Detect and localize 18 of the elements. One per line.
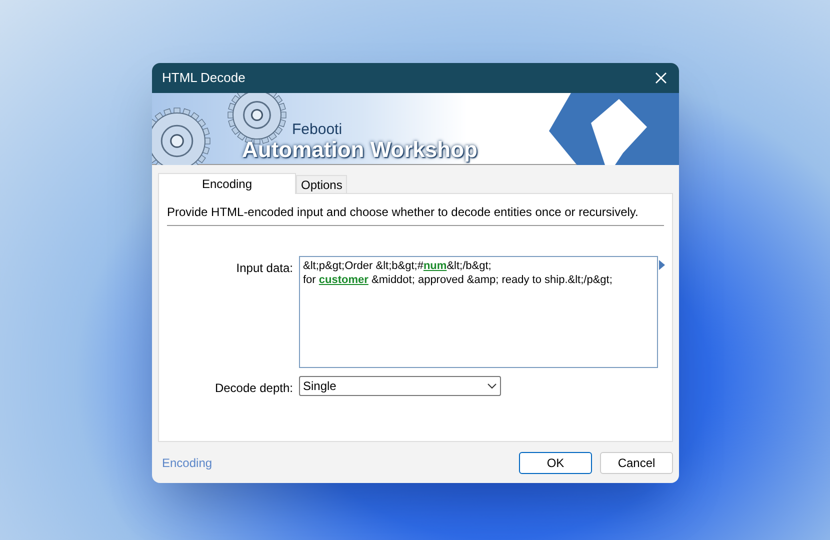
dropdown-value: Single	[303, 378, 336, 395]
description-text: Provide HTML-encoded input and choose whether to decode entities once or recursively.	[167, 203, 664, 226]
chevron-down-icon	[487, 383, 497, 389]
field-label: Input data:	[235, 260, 294, 277]
input-line: &lt;p&gt;Order &lt;b&gt;#num&lt;/b&gt;	[303, 259, 492, 273]
tab[interactable]: Options	[296, 175, 348, 193]
tab[interactable]: Encoding	[158, 173, 296, 194]
input-field[interactable]: &lt;p&gt;Order &lt;b&gt;#num&lt;/b&gt; for customer &middot; approved &amp; ready to ship.&lt;/p&gt;	[299, 256, 658, 368]
brand-name: Febooti	[292, 122, 342, 137]
dialog-button[interactable]: OK	[519, 452, 592, 474]
window-title: HTML Decode	[162, 69, 246, 88]
input-line: for customer &middot; approved &amp; ready to ship.&lt;/p&gt;	[303, 273, 614, 287]
product-name: Automation Workshop	[242, 139, 478, 161]
field-label: Decode depth:	[214, 380, 294, 397]
expand-arrow-icon[interactable]	[659, 260, 665, 270]
close-icon	[655, 72, 667, 84]
dropdown-field[interactable]: Single	[299, 376, 501, 396]
dialog-button[interactable]: Cancel	[600, 452, 673, 474]
